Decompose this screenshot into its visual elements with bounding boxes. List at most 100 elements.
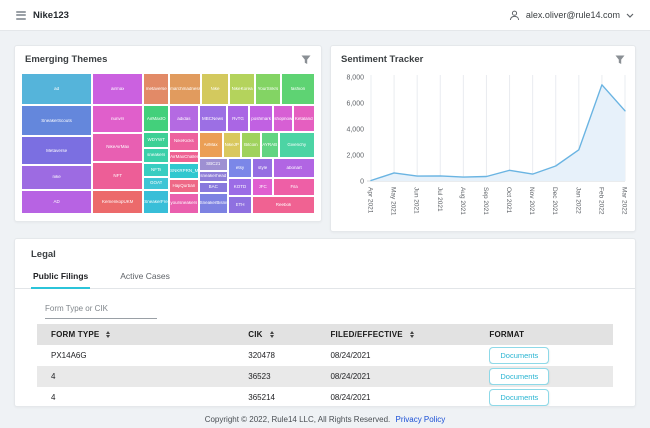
treemap-tile-ad[interactable]: AD [21, 190, 92, 214]
treemap-tile-shopnow[interactable]: shopnow [273, 105, 292, 132]
brand-name: Nike123 [33, 10, 69, 21]
app-bar: Nike123 alex.oliver@rule14.com [0, 0, 650, 31]
treemap: adSneakerScoutsMetaversenikeAD airmaxnunv… [21, 73, 315, 214]
treemap-tile-nike[interactable]: nike [21, 165, 92, 190]
treemap-tile-nfts[interactable]: NFTs [143, 163, 169, 177]
tab-active-cases[interactable]: Active Cases [118, 267, 172, 289]
table-row: 436521408/24/2021Documents [37, 387, 613, 408]
footer: Copyright © 2022, Rule14 LLC, All Rights… [0, 415, 650, 424]
column-header-cik[interactable]: CIK [248, 330, 330, 339]
treemap-tile-ad[interactable]: ad [21, 73, 92, 105]
treemap-tile-givenchy[interactable]: Givenchy [279, 132, 315, 158]
svg-text:0: 0 [360, 179, 364, 186]
svg-text:Jun 2021: Jun 2021 [413, 187, 420, 214]
treemap-tile-nikekicks[interactable]: NikeKicks [169, 132, 198, 150]
treemap-tile-etsy[interactable]: etsy [228, 158, 252, 178]
treemap-tile-metaverse[interactable]: metaverse [143, 73, 169, 105]
legal-tabs: Public Filings Active Cases [15, 267, 635, 289]
svg-text:Feb 2022: Feb 2022 [597, 187, 604, 215]
treemap-tile-nft[interactable]: NFT [92, 162, 143, 190]
sentiment-line-chart: 02,0004,0006,0008,000Apr 2021May 2021Jun… [335, 71, 633, 229]
brand: Nike123 [16, 10, 69, 21]
cell: 08/24/2021 [330, 393, 489, 402]
treemap-tile-yoursnkrs[interactable]: YourSnkrs [255, 73, 281, 105]
treemap-tile-yoursneakers[interactable]: yoursneakers [169, 193, 198, 214]
cell: 365214 [248, 393, 330, 402]
column-header-form-type[interactable]: FORM TYPE [51, 330, 248, 339]
cell: 08/24/2021 [330, 372, 489, 381]
treemap-tile-ayrab[interactable]: AYRAB [261, 132, 279, 158]
treemap-tile-airmax[interactable]: airmax [92, 73, 143, 105]
treemap-tile-sneakers[interactable]: sneakers [143, 148, 169, 164]
treemap-tile-sneakerscouts[interactable]: SneakerScouts [21, 105, 92, 136]
cell: 36523 [248, 372, 330, 381]
cell: 4 [51, 372, 248, 381]
menu-icon[interactable] [16, 11, 26, 20]
svg-text:Nov 2021: Nov 2021 [528, 187, 535, 215]
treemap-tile-airmax[interactable]: AirMax [199, 132, 223, 158]
chevron-down-icon [626, 13, 634, 18]
treemap-tile-goat[interactable]: GOAT [143, 177, 169, 190]
table-header-row: FORM TYPECIKFILED/EFFECTIVEFORMAT [37, 324, 613, 345]
filter-icon[interactable] [301, 55, 311, 65]
treemap-tile-bitcoin[interactable]: Bitcoin [241, 132, 261, 158]
treemap-tile-kotd[interactable]: KOTD [228, 178, 252, 196]
treemap-tile-sneakerhead[interactable]: sneakerhead [199, 171, 228, 182]
svg-text:Dec 2021: Dec 2021 [551, 187, 558, 215]
treemap-tile-snkrprn_m_id[interactable]: SNKRPRN_M_ID [169, 163, 198, 179]
column-header-filed-effective[interactable]: FILED/EFFECTIVE [330, 330, 489, 339]
treemap-tile-nunvrs[interactable]: nunvrs [92, 105, 143, 133]
treemap-tile-adidas[interactable]: adidas [169, 105, 198, 132]
treemap-tile-kemenkopukm[interactable]: KemenkopUKM [92, 190, 143, 214]
treemap-tile-hajiqurban[interactable]: HajiQurban [169, 179, 198, 193]
treemap-tile-airmaxchallenge[interactable]: AirMaxChallenge [169, 151, 198, 164]
svg-text:May 2021: May 2021 [390, 187, 397, 216]
documents-button[interactable]: Documents [489, 347, 549, 364]
filing-search-input[interactable] [45, 304, 157, 319]
treemap-tile-metaverse[interactable]: Metaverse [21, 136, 92, 165]
treemap-tile-nikeairmax[interactable]: NikeAirMax [92, 133, 143, 162]
sentiment-tracker-title: Sentiment Tracker [341, 54, 423, 65]
treemap-tile-sbc21[interactable]: SBC21 [199, 158, 228, 170]
treemap-tile-bac[interactable]: BAC [199, 182, 228, 193]
treemap-tile-sneakerfreakerfam[interactable]: SneakerFreakerFam [143, 190, 169, 214]
sort-icon[interactable] [106, 331, 110, 339]
treemap-tile-rvtg[interactable]: RvTG [227, 105, 249, 132]
user-email: alex.oliver@rule14.com [526, 10, 620, 20]
treemap-tile-mbcnews[interactable]: MBCNews [199, 105, 227, 132]
treemap-tile-fila[interactable]: Fila [273, 178, 315, 196]
treemap-tile-nike[interactable]: Nike [201, 73, 229, 105]
svg-text:4,000: 4,000 [346, 127, 364, 134]
treemap-tile-ketaland[interactable]: Ketaland [293, 105, 315, 132]
treemap-tile-fashion[interactable]: fashion [281, 73, 315, 105]
sentiment-tracker-card: Sentiment Tracker 02,0004,0006,0008,000A… [330, 45, 636, 232]
treemap-tile-reebok[interactable]: Reebok [252, 196, 315, 214]
svg-text:Aug 2021: Aug 2021 [459, 187, 466, 215]
cell: 320478 [248, 351, 330, 360]
emerging-themes-card: Emerging Themes adSneakerScoutsMetaverse… [14, 45, 322, 222]
account-menu[interactable]: alex.oliver@rule14.com [509, 10, 634, 21]
treemap-tile-poshmark[interactable]: poshmark [249, 105, 273, 132]
treemap-tile-eth[interactable]: ETH [228, 196, 252, 214]
treemap-tile-abonart[interactable]: abonart [273, 158, 315, 178]
svg-text:6,000: 6,000 [346, 101, 364, 108]
privacy-policy-link[interactable]: Privacy Policy [395, 415, 445, 424]
sort-icon[interactable] [270, 331, 274, 339]
svg-text:Apr 2021: Apr 2021 [367, 187, 374, 214]
treemap-tile-nikejp[interactable]: NikeJP [223, 132, 241, 158]
tab-public-filings[interactable]: Public Filings [31, 267, 90, 289]
treemap-tile-marchmadness[interactable]: marchmadness [169, 73, 201, 105]
treemap-tile-jfc[interactable]: JFC [252, 178, 273, 196]
documents-button[interactable]: Documents [489, 389, 549, 406]
svg-text:Oct 2021: Oct 2021 [505, 187, 512, 214]
treemap-tile-airmaxio[interactable]: AirMaxIO [143, 105, 169, 132]
filter-icon[interactable] [615, 55, 625, 65]
column-header-format: FORMAT [489, 330, 599, 339]
svg-text:Jul 2021: Jul 2021 [436, 187, 443, 212]
treemap-tile-wdywt[interactable]: WDYWT [143, 132, 169, 148]
documents-button[interactable]: Documents [489, 368, 549, 385]
sort-icon[interactable] [410, 331, 414, 339]
treemap-tile-sneakerbisnis[interactable]: SneakerBisnis [199, 193, 228, 214]
treemap-tile-nikekorea[interactable]: NikeKorea [229, 73, 255, 105]
treemap-tile-style[interactable]: style [252, 158, 273, 178]
